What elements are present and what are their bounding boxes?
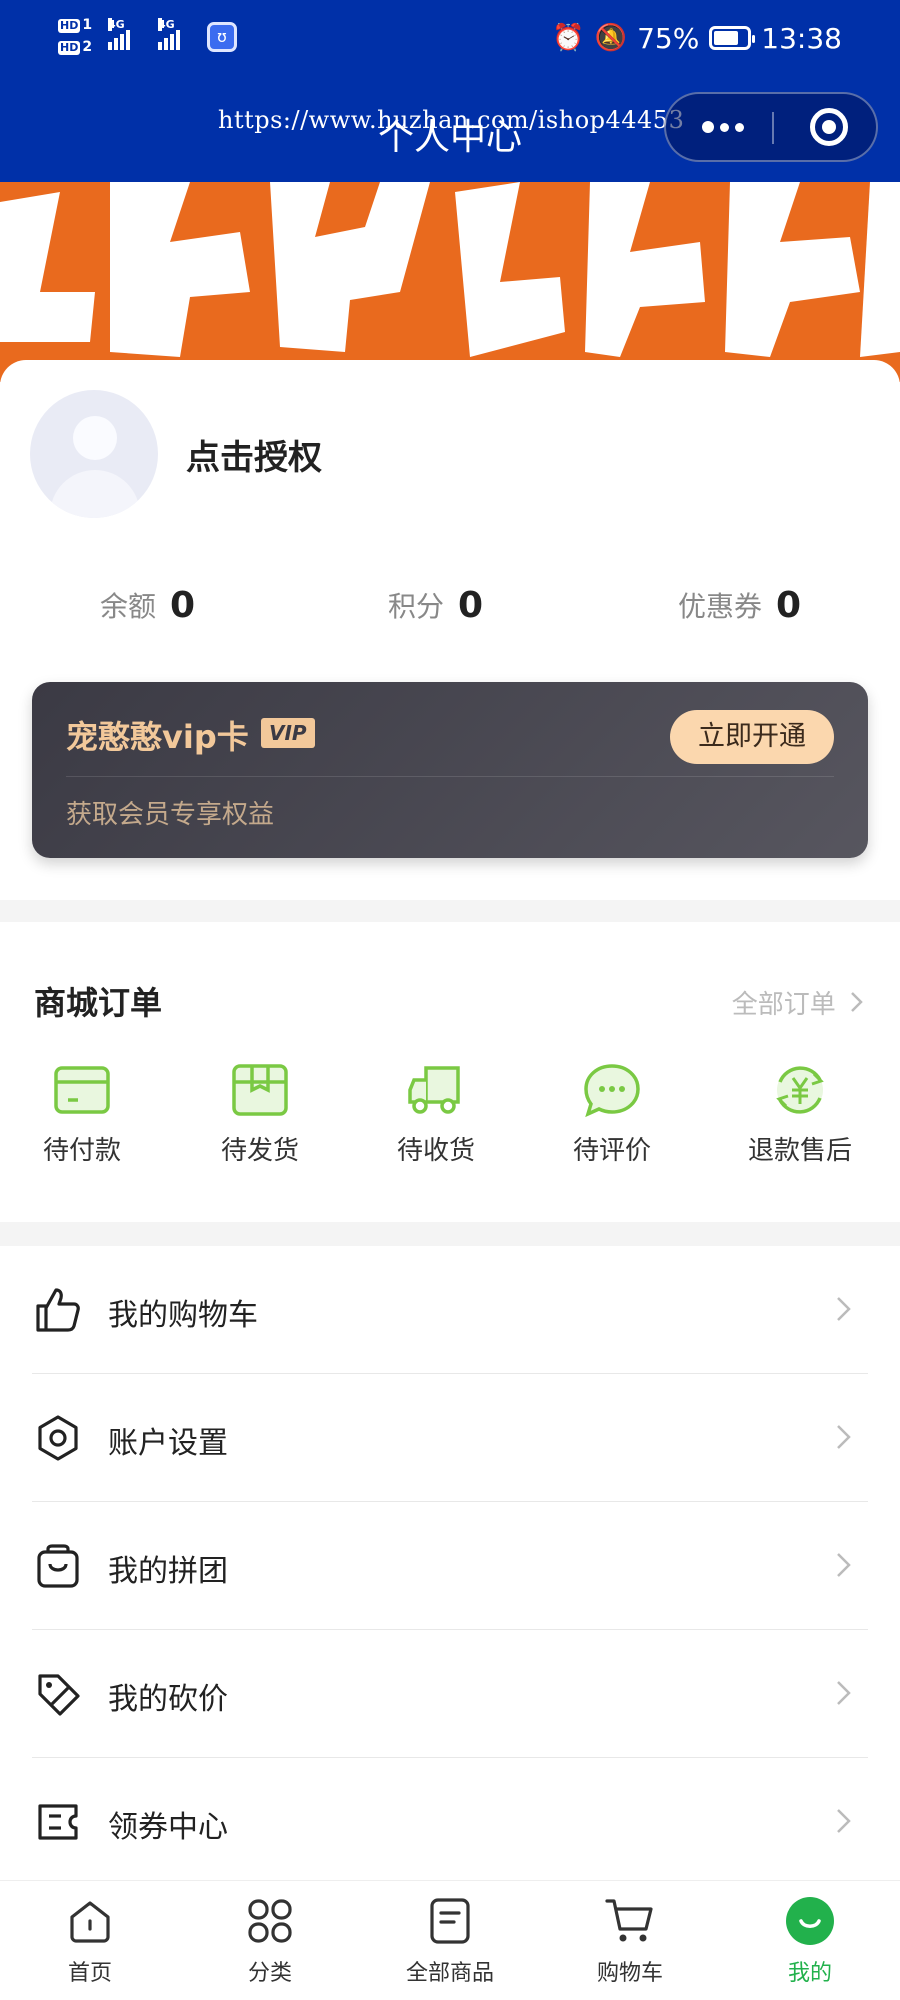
menu-item-bargain[interactable]: 我的砍价 (0, 1630, 900, 1758)
orders-title: 商城订单 (34, 984, 163, 1022)
refund-icon (770, 1062, 830, 1118)
authorize-login[interactable]: 点击授权 (186, 430, 322, 479)
chevron-right-icon (832, 1678, 856, 1708)
order-pending-shipment[interactable]: 待发货 (172, 1062, 348, 1167)
signal-icon-2: 4G (158, 18, 202, 50)
status-bar: HD 1 HD 2 4G 4G ʊ ⏰ 🔕 75% 13:38 (0, 0, 900, 80)
all-orders-label: 全部订单 (731, 990, 836, 1020)
smile-icon (784, 1895, 836, 1947)
clock: 13:38 (761, 21, 842, 55)
vip-subtitle: 获取会员专享权益 (66, 800, 275, 830)
sim-2: 2 (82, 39, 93, 55)
menu-label: 账户设置 (108, 1426, 228, 1461)
profile-card: 点击授权 余额 0 积分 0 优惠券 0 宠憨憨vip卡 VIP 立即开通 获取… (0, 360, 900, 900)
chevron-right-icon (832, 1806, 856, 1836)
order-label: 待评价 (572, 1136, 651, 1166)
menu-label: 领券中心 (108, 1810, 228, 1845)
order-pending-payment[interactable]: 待付款 (0, 1062, 170, 1167)
coupon-icon (34, 1798, 82, 1846)
document-icon (424, 1895, 476, 1947)
sim-1: 1 (82, 17, 93, 33)
tab-label: 首页 (67, 1961, 112, 1986)
menu-label: 我的砍价 (108, 1682, 228, 1717)
order-label: 待发货 (220, 1136, 299, 1166)
order-label: 退款售后 (747, 1136, 852, 1166)
tab-label: 分类 (247, 1961, 292, 1986)
network-label-2: 4G (158, 18, 175, 31)
bottom-tab-bar: 首页 分类 全部商品 购物车 我的 (0, 1880, 900, 2000)
order-pending-review[interactable]: 待评价 (524, 1062, 700, 1167)
order-pending-receipt[interactable]: 待收货 (348, 1062, 524, 1167)
vip-card[interactable]: 宠憨憨vip卡 VIP 立即开通 获取会员专享权益 (32, 682, 868, 858)
stat-value: 0 (776, 584, 802, 626)
mute-bell-icon: 🔕 (594, 23, 628, 53)
bag-icon (34, 1542, 82, 1590)
menu-item-account-settings[interactable]: 账户设置 (0, 1374, 900, 1502)
vip-badge: VIP (261, 718, 315, 748)
battery-icon (709, 26, 756, 50)
alarm-icon: ⏰ (552, 23, 585, 53)
stat-coupons[interactable]: 优惠券 0 (678, 575, 801, 635)
chat-icon (582, 1062, 642, 1118)
menu-label: 我的拼团 (108, 1554, 228, 1589)
tab-home[interactable]: 首页 (0, 1895, 180, 1987)
stat-points[interactable]: 积分 0 (388, 575, 483, 635)
stat-value: 0 (170, 584, 196, 626)
stat-label: 优惠券 (678, 590, 763, 623)
discount-tag-icon (34, 1670, 82, 1718)
menu-item-cart[interactable]: 我的购物车 (0, 1246, 900, 1374)
chevron-right-icon (832, 1422, 856, 1452)
chevron-right-icon (850, 990, 864, 1020)
category-icon (244, 1895, 296, 1947)
stat-value: 0 (458, 584, 484, 626)
vip-title: 宠憨憨vip卡 (66, 718, 249, 756)
chevron-right-icon (832, 1294, 856, 1324)
home-icon (64, 1895, 116, 1947)
chevron-right-icon (832, 1550, 856, 1580)
more-menu-button[interactable] (702, 94, 744, 160)
top-banner (0, 182, 900, 382)
thumbs-up-icon (34, 1286, 82, 1334)
tab-label: 全部商品 (405, 1961, 494, 1986)
orders-section: 商城订单 全部订单 待付款 待发货 待收货 待评价 退款售后 (0, 922, 900, 1222)
status-right: ⏰ 🔕 75% 13:38 (552, 18, 842, 58)
account-stats: 余额 0 积分 0 优惠券 0 (0, 575, 900, 635)
close-miniprogram-button[interactable] (810, 108, 848, 146)
watermark-url: https://www.huzhan.com/ishop44453 (218, 106, 685, 134)
hd-badge-2: HD (58, 41, 81, 55)
wallet-icon (52, 1062, 112, 1118)
miniprogram-capsule (664, 92, 878, 162)
menu-list: 我的购物车 账户设置 我的拼团 我的砍价 领券中心 (0, 1246, 900, 1882)
tab-label: 购物车 (596, 1961, 663, 1986)
open-vip-button[interactable]: 立即开通 (670, 710, 834, 764)
top-bar: HD 1 HD 2 4G 4G ʊ ⏰ 🔕 75% 13:38 个人中心 https… (0, 0, 900, 182)
menu-item-coupon-center[interactable]: 领券中心 (0, 1758, 900, 1886)
menu-label: 我的购物车 (108, 1298, 258, 1333)
tab-mine[interactable]: 我的 (720, 1895, 900, 1987)
menu-item-group-buy[interactable]: 我的拼团 (0, 1502, 900, 1630)
all-orders-link[interactable]: 全部订单 (732, 984, 864, 1021)
battery-percent: 75% (637, 21, 700, 55)
truck-icon (406, 1062, 466, 1118)
tab-cart[interactable]: 购物车 (540, 1895, 720, 1987)
cart-icon (604, 1895, 656, 1947)
order-label: 待付款 (42, 1136, 121, 1166)
signal-icon-1: 4G (108, 18, 152, 50)
tab-label: 我的 (787, 1961, 832, 1986)
tab-category[interactable]: 分类 (180, 1895, 360, 1987)
settings-icon (34, 1414, 82, 1462)
order-refund-aftersale[interactable]: 退款售后 (712, 1062, 888, 1167)
stat-label: 积分 (388, 590, 445, 623)
avatar[interactable] (30, 390, 158, 518)
tab-all-products[interactable]: 全部商品 (360, 1895, 540, 1987)
network-label-1: 4G (108, 18, 125, 31)
stat-label: 余额 (100, 590, 157, 623)
app-notification-icon: ʊ (207, 22, 237, 52)
hd-badge-1: HD (58, 19, 81, 33)
stat-balance[interactable]: 余额 0 (100, 575, 195, 635)
sim-indicators: HD 1 HD 2 (58, 14, 92, 58)
order-label: 待收货 (396, 1136, 475, 1166)
box-icon (230, 1062, 290, 1118)
